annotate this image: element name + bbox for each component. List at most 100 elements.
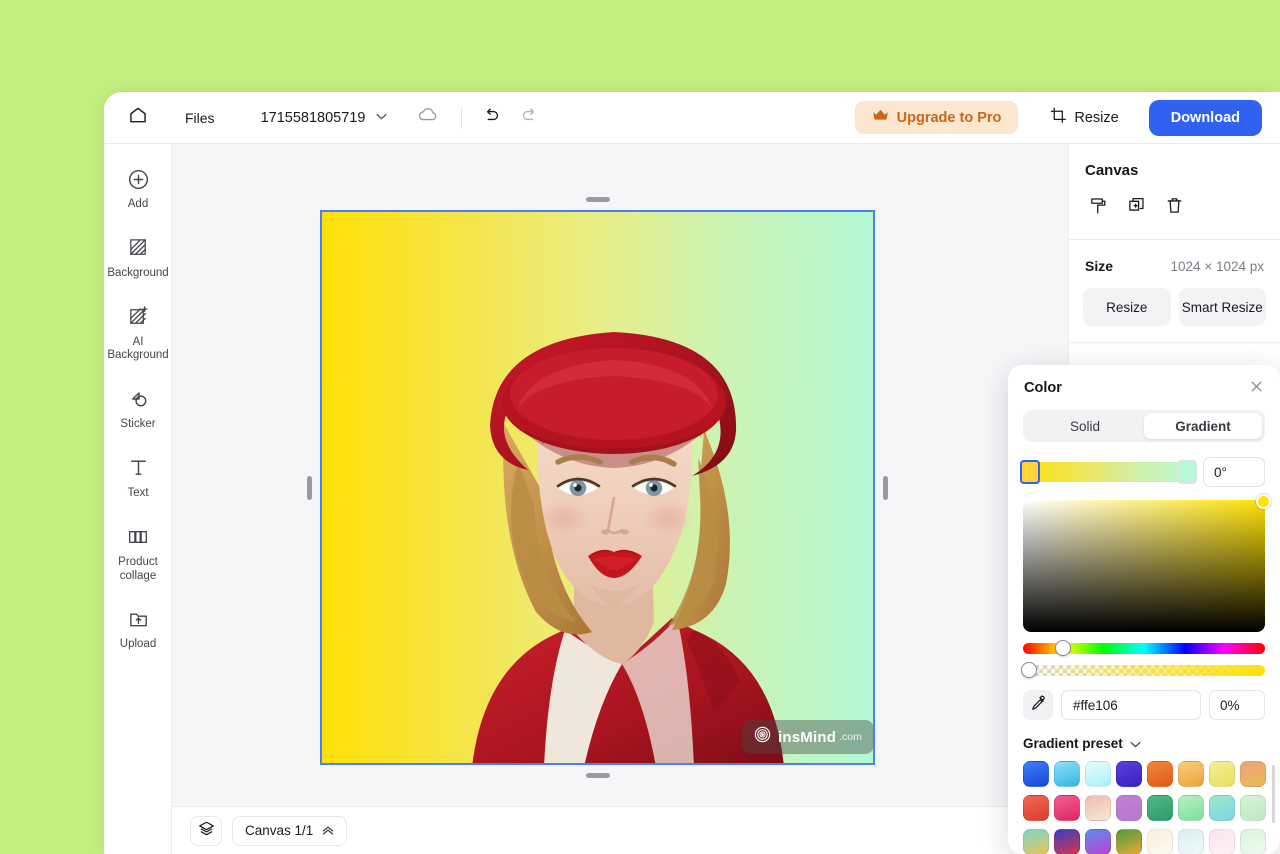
canvas-pager-label: Canvas 1/1 xyxy=(245,823,314,838)
gradient-bar[interactable] xyxy=(1020,460,1197,484)
download-button[interactable]: Download xyxy=(1148,99,1262,136)
sv-knob[interactable] xyxy=(1256,494,1271,509)
upgrade-to-pro-button[interactable]: Upgrade to Pro xyxy=(854,101,1019,134)
hex-value-input[interactable]: #ffe106 xyxy=(1061,690,1201,720)
document-name-dropdown[interactable]: 1715581805719 xyxy=(255,106,394,130)
sidebar-item-add[interactable]: Add xyxy=(104,157,172,221)
gradient-preset-swatch[interactable] xyxy=(1085,795,1111,821)
sidebar-item-text[interactable]: Text xyxy=(104,446,172,510)
sidebar-item-label: Product collage xyxy=(118,555,158,582)
gradient-preset-swatch[interactable] xyxy=(1116,761,1142,787)
gradient-stop-end[interactable] xyxy=(1177,460,1197,484)
tab-solid[interactable]: Solid xyxy=(1026,413,1144,439)
preset-scrollbar[interactable] xyxy=(1272,765,1275,823)
sticker-icon xyxy=(127,386,150,412)
chevron-up-icon xyxy=(322,823,334,838)
gradient-angle-input[interactable]: 0° xyxy=(1203,457,1265,487)
alpha-slider[interactable] xyxy=(1021,662,1265,678)
color-popover-header: Color xyxy=(1008,365,1280,397)
gradient-preset-swatch[interactable] xyxy=(1178,761,1204,787)
gradient-stop-start[interactable] xyxy=(1020,460,1040,484)
left-tool-rail: Add Background AI Background Sticker Tex… xyxy=(104,144,172,854)
redo-icon xyxy=(520,106,539,130)
gradient-stops-row: 0° xyxy=(1020,457,1265,487)
gradient-preset-swatch[interactable] xyxy=(1209,829,1235,854)
eyedropper-icon xyxy=(1030,695,1046,716)
home-button[interactable] xyxy=(121,101,155,135)
files-menu[interactable]: Files xyxy=(177,105,223,131)
duplicate-tool-button[interactable] xyxy=(1121,193,1151,223)
sidebar-item-label: Upload xyxy=(119,638,157,651)
color-picker-popover: Color Solid Gradient 0° #ffe106 0% Gradi… xyxy=(1008,365,1280,854)
undo-icon xyxy=(482,106,501,130)
sidebar-item-label: Text xyxy=(127,486,149,499)
fill-tool-button[interactable] xyxy=(1083,193,1113,223)
sidebar-item-label: AI Background xyxy=(107,335,169,362)
gradient-preset-swatch[interactable] xyxy=(1240,829,1266,854)
canvas-selection[interactable]: insMind .com xyxy=(307,197,888,778)
gradient-preset-swatch[interactable] xyxy=(1116,795,1142,821)
sidebar-item-product-collage[interactable]: Product collage xyxy=(104,515,172,593)
undo-button[interactable] xyxy=(476,103,506,133)
gradient-preset-grid xyxy=(1023,761,1266,854)
canvas-stage[interactable]: insMind .com xyxy=(172,144,1068,854)
gradient-preset-swatch[interactable] xyxy=(1054,795,1080,821)
eyedropper-button[interactable] xyxy=(1023,690,1053,720)
plus-circle-icon xyxy=(127,166,150,192)
trash-icon xyxy=(1165,196,1184,220)
upload-folder-icon xyxy=(127,606,150,632)
gradient-preset-swatch[interactable] xyxy=(1085,829,1111,854)
sidebar-item-ai-background[interactable]: AI Background xyxy=(104,295,172,373)
resize-handle-top[interactable] xyxy=(585,197,610,202)
gradient-preset-header[interactable]: Gradient preset xyxy=(1023,736,1280,751)
layers-button[interactable] xyxy=(190,815,222,846)
hue-slider[interactable] xyxy=(1023,640,1265,656)
gradient-preset-swatch[interactable] xyxy=(1240,795,1266,821)
gradient-preset-swatch[interactable] xyxy=(1147,761,1173,787)
portrait-artwork xyxy=(472,332,784,763)
smart-resize-button[interactable]: Smart Resize xyxy=(1178,288,1266,326)
gradient-preset-swatch[interactable] xyxy=(1116,829,1142,854)
gradient-preset-swatch[interactable] xyxy=(1023,829,1049,854)
gradient-preset-swatch[interactable] xyxy=(1209,761,1235,787)
tab-gradient[interactable]: Gradient xyxy=(1144,413,1262,439)
gradient-preset-label: Gradient preset xyxy=(1023,736,1123,751)
gradient-preset-swatch[interactable] xyxy=(1178,795,1204,821)
sidebar-item-upload[interactable]: Upload xyxy=(104,597,172,661)
sidebar-item-sticker[interactable]: Sticker xyxy=(104,377,172,441)
duplicate-icon xyxy=(1127,196,1146,220)
gradient-preset-swatch[interactable] xyxy=(1147,795,1173,821)
redo-button[interactable] xyxy=(514,103,544,133)
alpha-knob[interactable] xyxy=(1021,662,1037,678)
panel-resize-button[interactable]: Resize xyxy=(1083,288,1171,326)
delete-tool-button[interactable] xyxy=(1159,193,1189,223)
canvas-pager[interactable]: Canvas 1/1 xyxy=(232,815,348,846)
resize-button[interactable]: Resize xyxy=(1040,99,1128,136)
gradient-preset-swatch[interactable] xyxy=(1054,829,1080,854)
hue-knob[interactable] xyxy=(1055,640,1071,656)
crop-icon xyxy=(1050,107,1067,128)
cloud-save-button[interactable] xyxy=(415,105,441,131)
close-icon[interactable] xyxy=(1249,379,1264,397)
size-label: Size xyxy=(1085,258,1114,274)
gradient-preset-swatch[interactable] xyxy=(1085,761,1111,787)
gradient-preset-swatch[interactable] xyxy=(1240,761,1266,787)
sidebar-item-background[interactable]: Background xyxy=(104,226,172,290)
gradient-preset-swatch[interactable] xyxy=(1023,795,1049,821)
alpha-value-input[interactable]: 0% xyxy=(1209,690,1265,720)
artboard[interactable]: insMind .com xyxy=(320,210,875,765)
resize-handle-left[interactable] xyxy=(307,475,312,500)
saturation-value-area[interactable] xyxy=(1023,494,1271,632)
panel-title: Canvas xyxy=(1085,162,1139,179)
resize-buttons: Resize Smart Resize xyxy=(1069,274,1280,342)
sidebar-item-label: Sticker xyxy=(120,418,156,431)
gradient-preset-swatch[interactable] xyxy=(1054,761,1080,787)
color-popover-title: Color xyxy=(1024,380,1062,396)
panel-divider-2 xyxy=(1069,342,1280,343)
gradient-preset-swatch[interactable] xyxy=(1209,795,1235,821)
resize-handle-right[interactable] xyxy=(883,475,888,500)
gradient-preset-swatch[interactable] xyxy=(1147,829,1173,854)
gradient-preset-swatch[interactable] xyxy=(1178,829,1204,854)
resize-handle-bottom[interactable] xyxy=(585,773,610,778)
gradient-preset-swatch[interactable] xyxy=(1023,761,1049,787)
